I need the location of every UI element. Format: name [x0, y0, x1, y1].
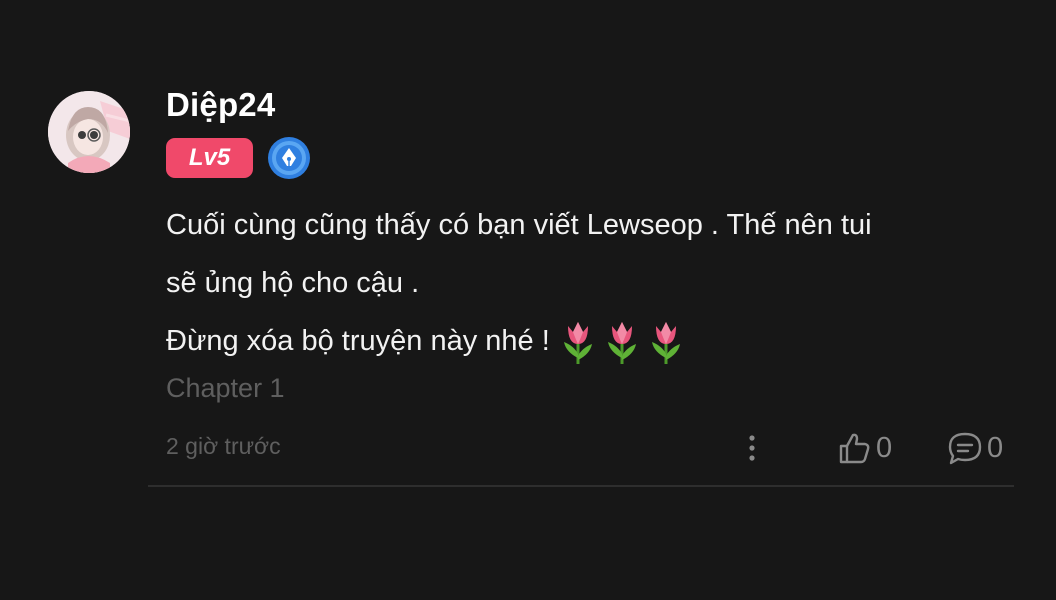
comment-text: Cuối cùng cũng thấy có bạn viết Lewseop …: [166, 196, 1026, 370]
emoji-group: [556, 318, 688, 366]
chat-bubble-icon: [947, 430, 983, 466]
more-options-button[interactable]: [740, 430, 764, 466]
thumbs-up-icon: [836, 430, 872, 466]
comment-line: Đừng xóa bộ truyện này nhé !: [166, 325, 550, 357]
level-badge: Lv5: [166, 138, 253, 178]
avatar[interactable]: [48, 91, 130, 173]
more-vertical-icon: [749, 435, 755, 461]
comment-line: sẽ ủng hộ cho cậu .: [166, 267, 420, 299]
pen-nib-badge-icon: [267, 136, 311, 180]
like-button[interactable]: 0: [836, 428, 892, 468]
badge-row: Lv5: [166, 137, 311, 179]
reply-button[interactable]: 0: [947, 428, 1003, 468]
comment-line: Cuối cùng cũng thấy có bạn viết Lewseop …: [166, 209, 872, 241]
comment-item: Diệp24 Lv5 Cuối cùng cũng thấy có bạn vi…: [0, 0, 1056, 600]
divider: [148, 485, 1014, 487]
timestamp: 2 giờ trước: [166, 433, 281, 459]
tulip-icon: [644, 318, 688, 366]
username[interactable]: Diệp24: [166, 86, 275, 124]
tulip-icon: [556, 318, 600, 366]
chapter-link[interactable]: Chapter 1: [166, 373, 285, 404]
reply-count: 0: [987, 431, 1004, 464]
like-count: 0: [876, 431, 893, 464]
tulip-icon: [600, 318, 644, 366]
comment-line-with-emoji: Đừng xóa bộ truyện này nhé !: [166, 312, 1026, 370]
